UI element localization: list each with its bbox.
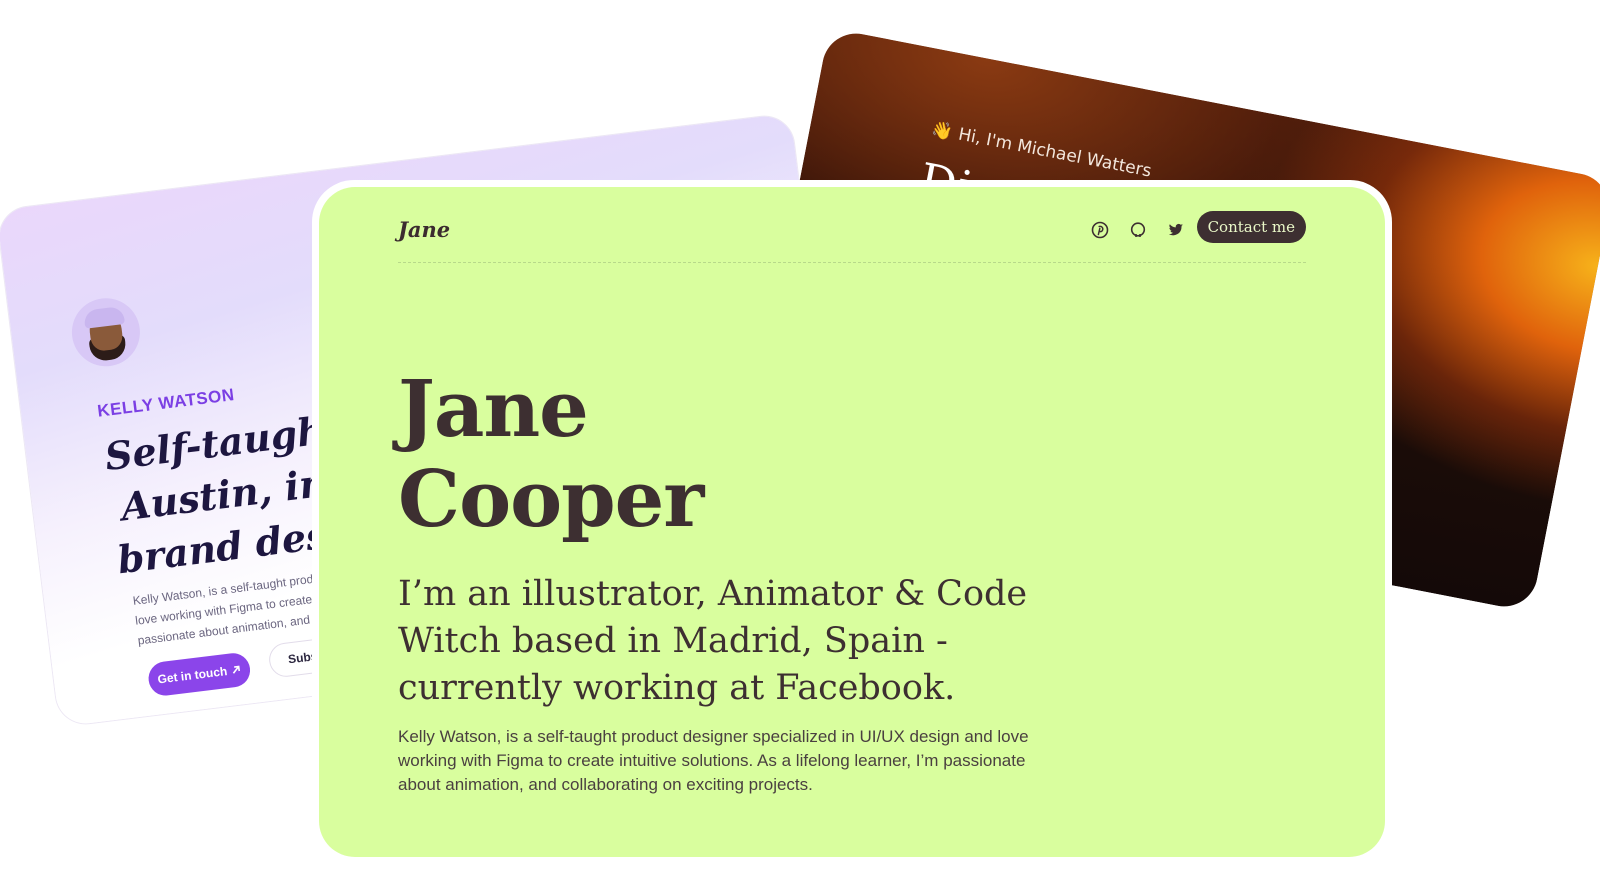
portfolio-card-jane: Jane Contact me Jane Cooper I’m an illus… xyxy=(312,180,1392,864)
profile-name: KELLY WATSON xyxy=(96,385,236,421)
social-links xyxy=(1088,218,1188,242)
hero-name-first: Jane xyxy=(398,364,589,455)
card-surface: Jane Contact me Jane Cooper I’m an illus… xyxy=(319,187,1385,857)
contact-me-button[interactable]: Contact me xyxy=(1196,211,1306,243)
hero-bio: Kelly Watson, is a self-taught product d… xyxy=(398,727,1029,794)
pinterest-icon[interactable] xyxy=(1088,218,1112,242)
twitter-icon[interactable] xyxy=(1164,218,1188,242)
waving-hand-icon: 👋 xyxy=(929,119,955,144)
github-icon[interactable] xyxy=(1126,218,1150,242)
avatar xyxy=(68,294,144,371)
top-nav: Jane Contact me xyxy=(398,205,1306,263)
get-in-touch-label: Get in touch xyxy=(156,664,228,687)
arrow-up-right-icon xyxy=(232,665,241,674)
get-in-touch-button[interactable]: Get in touch xyxy=(146,651,253,698)
hero-name: Jane Cooper xyxy=(398,364,704,545)
hero-tagline: I’m an illustrator, Animator & Code Witc… xyxy=(398,574,1028,708)
site-logo[interactable]: Jane xyxy=(398,217,450,242)
hero-name-last: Cooper xyxy=(398,454,704,545)
